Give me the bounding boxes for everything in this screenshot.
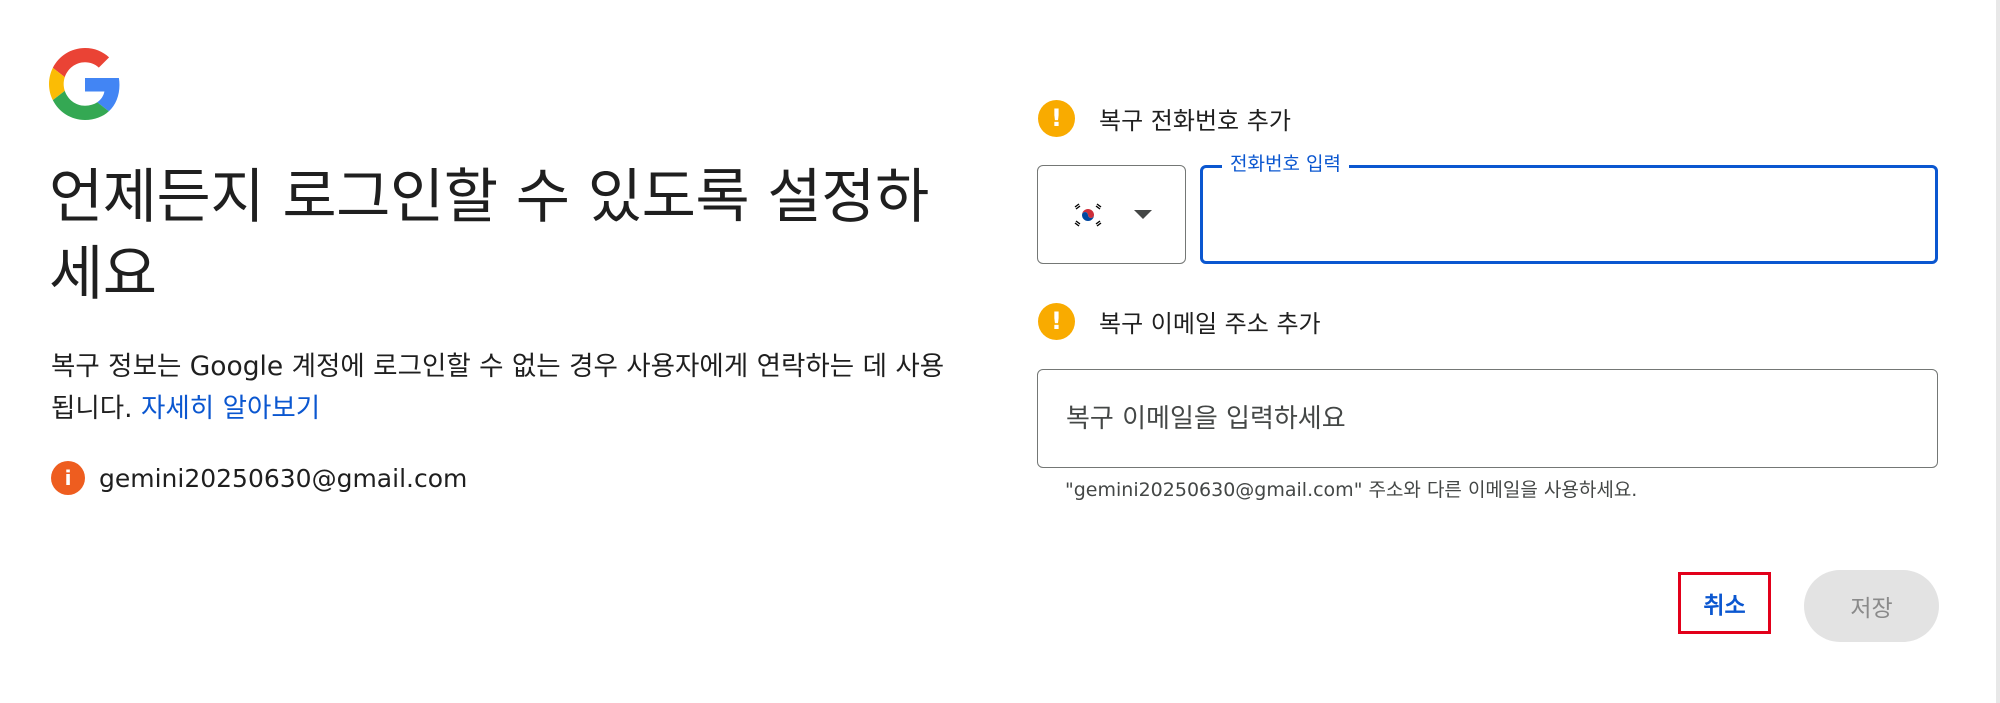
google-logo bbox=[49, 48, 120, 120]
save-button[interactable]: 저장 bbox=[1804, 570, 1939, 642]
chevron-down-icon bbox=[1133, 210, 1152, 219]
window-edge bbox=[1996, 0, 2000, 703]
phone-warning-row: ! 복구 전화번호 추가 bbox=[1038, 98, 1291, 138]
phone-section-label: 복구 전화번호 추가 bbox=[1099, 106, 1291, 135]
email-helper-text: "gemini20250630@gmail.com" 주소와 다른 이메일을 사… bbox=[1065, 479, 1638, 501]
recovery-info-page: 언제든지 로그인할 수 있도록 설정하세요 복구 정보는 Google 계정에 … bbox=[0, 0, 2000, 703]
recovery-email-input[interactable] bbox=[1038, 370, 1937, 467]
recovery-email-field bbox=[1037, 369, 1938, 468]
learn-more-link[interactable]: 자세히 알아보기 bbox=[141, 393, 320, 424]
page-title: 언제든지 로그인할 수 있도록 설정하세요 bbox=[49, 162, 929, 308]
account-row: i gemini20250630@gmail.com bbox=[51, 460, 467, 496]
email-warning-row: ! 복구 이메일 주소 추가 bbox=[1038, 301, 1321, 341]
info-icon: i bbox=[51, 461, 85, 495]
phone-input[interactable] bbox=[1204, 169, 1934, 260]
email-section-label: 복구 이메일 주소 추가 bbox=[1099, 309, 1321, 338]
country-select[interactable] bbox=[1037, 165, 1186, 264]
account-email: gemini20250630@gmail.com bbox=[99, 463, 468, 493]
warning-icon: ! bbox=[1038, 99, 1075, 137]
description: 복구 정보는 Google 계정에 로그인할 수 없는 경우 사용자에게 연락하… bbox=[51, 346, 951, 430]
south-korea-flag-icon bbox=[1071, 202, 1104, 227]
cancel-button[interactable]: 취소 bbox=[1678, 572, 1771, 634]
warning-icon: ! bbox=[1038, 302, 1075, 340]
